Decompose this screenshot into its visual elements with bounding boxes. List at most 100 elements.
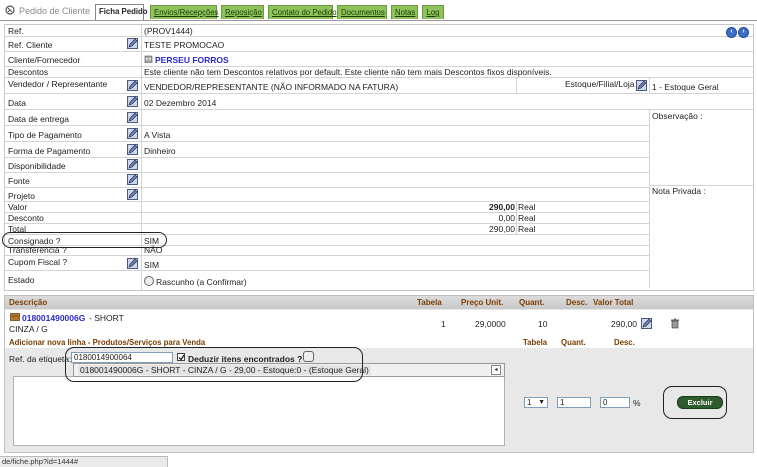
item-name: - SHORT <box>89 313 124 323</box>
forma-pagamento-label: Forma de Pagamento <box>8 146 91 156</box>
scroll-arrow-icon[interactable]: ◂ <box>491 365 501 375</box>
transferencia-label: Transferência ? <box>8 245 67 255</box>
row-cupom: Cupom Fiscal ? SIM <box>5 256 649 271</box>
col-tabela: Tabela <box>417 298 442 307</box>
ref-cliente-value: TESTE PROMOCAO <box>144 40 225 50</box>
vendedor-value: VENDEDOR/REPRESENTANTE (NÃO INFORMADO NA… <box>144 82 399 92</box>
desconto-label: Desconto <box>8 213 44 223</box>
tab-contato-pedido[interactable]: Contato do Pedido <box>268 5 337 19</box>
status-bar-url: de/fiche.php?id=1444# <box>0 456 168 467</box>
delete-icon[interactable] <box>670 318 680 329</box>
company-icon <box>144 55 153 63</box>
row-descontos: Descontos Este cliente não tem Descontos… <box>5 67 753 78</box>
desconto-value: 0,00 <box>498 213 515 223</box>
tab-reposicao[interactable]: Reposição <box>221 5 264 19</box>
edit-icon[interactable] <box>641 318 652 329</box>
entrega-label: Data de entrega <box>8 114 69 124</box>
currency-label: Real <box>518 202 536 212</box>
chevron-down-icon: ▼ <box>538 399 545 406</box>
ref-value: (PROV1444) <box>144 26 193 36</box>
ref-etiqueta-label: Ref. da etiqueta: <box>9 354 72 364</box>
add-col-desc: Desc. <box>614 338 635 347</box>
row-tipo-pagamento: Tipo de Pagamento A Vista <box>5 126 649 142</box>
item-tabela: 1 <box>441 319 446 329</box>
projeto-label: Projeto <box>8 191 35 201</box>
page-title: Pedido de Cliente <box>19 6 91 16</box>
tabela-select-value: 1 <box>527 398 532 407</box>
fonte-label: Fonte <box>8 176 30 186</box>
tab-documentos[interactable]: Documentos <box>337 5 387 19</box>
cliente-label: Cliente/Fornecedor <box>8 55 81 65</box>
item-quant: 10 <box>538 319 548 329</box>
vendedor-label: Vendedor / Representante <box>8 79 108 89</box>
valor-value: 290,00 <box>489 202 515 212</box>
col-desc: Desc. <box>566 298 588 307</box>
edit-icon[interactable] <box>127 80 138 91</box>
edit-icon[interactable] <box>127 96 138 107</box>
edit-icon[interactable] <box>127 159 138 170</box>
row-disponibilidade: Disponibilidade <box>5 158 649 173</box>
edit-icon[interactable] <box>127 38 138 49</box>
ref-label: Ref. <box>8 26 24 36</box>
row-estado: Estado Rascunho (a Confirmar) <box>5 271 649 289</box>
highlight-oval <box>65 347 363 382</box>
tab-log[interactable]: Log <box>422 5 444 19</box>
discount-input[interactable]: 0 <box>600 397 630 408</box>
col-preco: Preço Unit. <box>461 298 504 307</box>
edit-icon[interactable] <box>127 112 138 123</box>
edit-icon[interactable] <box>127 189 138 200</box>
currency-label: Real <box>518 224 536 234</box>
edit-icon[interactable] <box>636 80 647 91</box>
cupom-value: SIM <box>144 260 160 270</box>
row-projeto: Projeto <box>5 188 649 202</box>
estoque-value: 1 - Estoque Geral <box>652 82 719 92</box>
description-textarea[interactable] <box>13 376 505 446</box>
column-divider <box>516 202 517 212</box>
excluir-button[interactable]: Excluir <box>677 396 723 409</box>
row-vendedor: Vendedor / Representante VENDEDOR/REPRES… <box>5 78 753 94</box>
row-entrega: Data de entrega <box>5 110 649 126</box>
item-code-link[interactable]: 018001490006G <box>22 313 85 323</box>
edit-icon[interactable] <box>127 174 138 185</box>
tab-notas[interactable]: Notas <box>391 5 418 19</box>
descontos-value: Este cliente não tem Descontos relativos… <box>144 67 552 77</box>
cliente-link[interactable]: PERSEU FORROS <box>155 55 229 65</box>
valor-label: Valor <box>8 202 28 212</box>
edit-icon[interactable] <box>127 144 138 155</box>
order-lines: Descrição Tabela Preço Unit. Quant. Desc… <box>4 295 754 453</box>
estado-label: Estado <box>8 275 35 285</box>
row-ref: Ref. (PROV1444) ‹ › <box>5 25 753 38</box>
item-variant: CINZA / G <box>9 324 48 334</box>
edit-icon[interactable] <box>127 258 138 269</box>
column-divider <box>516 213 517 223</box>
row-transferencia: Transferência ? NÃO <box>5 245 649 256</box>
order-icon <box>5 5 15 15</box>
add-col-quant: Quant. <box>561 338 586 347</box>
table-row: 018001490006G - SHORT CINZA / G 1 29,000… <box>5 310 753 338</box>
forma-pagamento-value: Dinheiro <box>144 146 176 156</box>
row-cliente: Cliente/Fornecedor PERSEU FORROS <box>5 52 753 67</box>
nota-privada-label: Nota Privada : <box>652 186 706 196</box>
estado-value: Rascunho (a Confirmar) <box>156 277 247 287</box>
cupom-label: Cupom Fiscal ? <box>8 257 68 267</box>
transferencia-value: NÃO <box>144 245 163 255</box>
column-divider <box>516 224 517 234</box>
quantity-input[interactable]: 1 <box>557 397 591 408</box>
tab-envios-recepcoes[interactable]: Envios/Recepções <box>150 5 219 19</box>
descontos-label: Descontos <box>8 67 49 77</box>
edit-icon[interactable] <box>127 128 138 139</box>
total-value: 290,00 <box>489 224 515 234</box>
estoque-label: Estoque/Filial/Loja <box>565 79 635 89</box>
ref-cliente-label: Ref. Cliente <box>8 40 53 50</box>
col-quant: Quant. <box>519 298 545 307</box>
tabela-select[interactable]: 1 ▼ <box>524 397 548 408</box>
row-ref-cliente: Ref. Cliente TESTE PROMOCAO <box>5 37 753 52</box>
col-valor: Valor Total <box>593 298 634 307</box>
row-forma-pagamento: Forma de Pagamento Dinheiro <box>5 142 649 158</box>
column-divider <box>516 78 517 93</box>
col-descricao: Descrição <box>9 298 48 307</box>
data-value: 02 Dezembro 2014 <box>144 98 217 108</box>
row-fonte: Fonte <box>5 173 649 188</box>
tab-ficha-pedido[interactable]: Ficha Pedido <box>95 4 148 20</box>
tipo-pagamento-value: A Vista <box>144 130 171 140</box>
